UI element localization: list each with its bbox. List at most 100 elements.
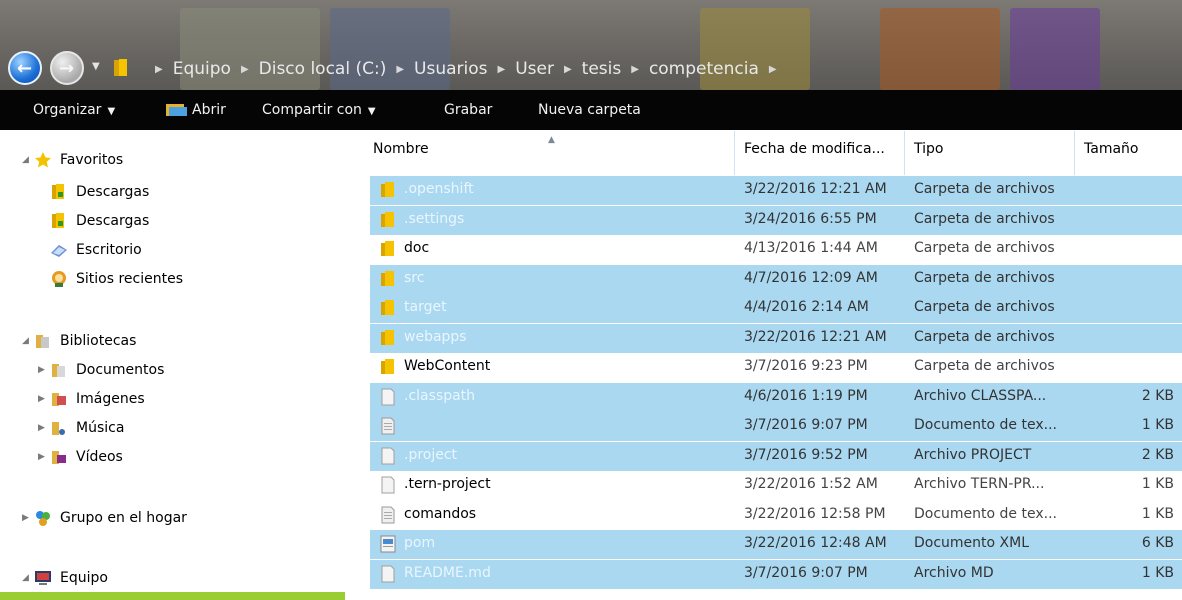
nav-item-desktop[interactable]: Escritorio (50, 238, 142, 262)
chevron-right-icon[interactable]: ▶ (498, 64, 506, 75)
file-type: Documento XML (914, 535, 1030, 551)
file-type: Archivo CLASSPA... (914, 387, 1047, 404)
nav-item-documents[interactable]: ▶ Documentos (38, 358, 164, 382)
file-icon (381, 476, 395, 494)
file-date: 3/7/2016 9:23 PM (744, 358, 868, 374)
file-row[interactable]: doc 4/13/2016 1:44 AM Carpeta de archivos (370, 235, 1182, 264)
chevron-right-icon[interactable]: ▶ (769, 64, 777, 75)
breadcrumb-item[interactable]: User (514, 59, 555, 79)
new-folder-button[interactable]: Nueva carpeta (538, 90, 641, 130)
nav-label: Favoritos (60, 152, 124, 168)
column-header-date[interactable]: Fecha de modifica... (744, 141, 885, 157)
organize-button[interactable]: Organizar ▼ (33, 90, 115, 130)
file-date: 3/7/2016 9:07 PM (744, 564, 868, 581)
breadcrumb-item[interactable]: competencia (648, 59, 760, 79)
navigation-pane: ◢ Favoritos Descargas Descargas Escritor… (0, 130, 345, 600)
file-row[interactable]: src 4/7/2016 12:09 AM Carpeta de archivos (370, 264, 1182, 294)
chevron-right-icon[interactable]: ▶ (631, 64, 639, 75)
file-size: 1 KB (1141, 476, 1174, 492)
file-row[interactable]: target 4/4/2016 2:14 AM Carpeta de archivo… (370, 294, 1182, 323)
star-icon (35, 152, 51, 168)
forward-arrow-icon: → (59, 58, 75, 79)
documents-library-icon (52, 364, 65, 377)
breadcrumb-item[interactable]: Usuarios (413, 59, 488, 79)
expand-triangle-icon[interactable]: ▶ (38, 445, 50, 469)
file-row[interactable]: 3/7/2016 9:07 PM Documento de tex... 1 KB (370, 412, 1182, 441)
file-row[interactable]: .openshift 3/22/2016 12:21 AM Carpeta de a… (370, 176, 1182, 205)
burn-label: Grabar (444, 102, 493, 118)
file-row[interactable]: pom 3/22/2016 12:48 AM Documento XML 6 KB (370, 530, 1182, 559)
nav-label: Imágenes (76, 391, 145, 407)
folder-icon (381, 300, 394, 315)
nav-item-recent-places[interactable]: Sitios recientes (50, 267, 183, 291)
expand-triangle-icon[interactable]: ◢ (22, 148, 34, 172)
file-row[interactable]: .project 3/7/2016 9:52 PM Archivo PROJECT 2… (370, 441, 1182, 471)
file-type: Archivo MD (914, 564, 994, 581)
column-divider[interactable] (734, 131, 735, 175)
new-folder-label: Nueva carpeta (538, 102, 641, 118)
share-with-button[interactable]: Compartir con ▼ (262, 90, 376, 130)
breadcrumb-item[interactable]: Equipo (172, 59, 232, 79)
nav-item-pictures[interactable]: ▶ Imágenes (38, 387, 145, 411)
file-row[interactable]: webapps 3/22/2016 12:21 AM Carpeta de arch… (370, 323, 1182, 353)
folder-icon (381, 329, 394, 345)
expand-triangle-icon[interactable]: ▶ (22, 506, 34, 530)
file-date: 4/7/2016 12:09 AM (744, 269, 878, 286)
column-divider[interactable] (1074, 131, 1075, 175)
text-file-icon (381, 506, 395, 523)
file-type: Documento de tex... (914, 505, 1057, 522)
nav-computer[interactable]: ◢ Equipo (22, 566, 108, 590)
chevron-right-icon[interactable]: ▶ (396, 64, 404, 75)
file-size: 1 KB (1141, 417, 1174, 433)
file-date: 3/7/2016 9:52 PM (744, 446, 868, 463)
nav-label: Vídeos (76, 449, 123, 465)
nav-item-music[interactable]: ▶ Música (38, 416, 124, 440)
nav-label: Escritorio (76, 242, 142, 258)
breadcrumb: ▶ Equipo ▶ Disco local (C:) ▶ Usuarios ▶… (146, 57, 786, 81)
nav-homegroup[interactable]: ▶ Grupo en el hogar (22, 506, 187, 530)
libraries-icon (36, 335, 49, 348)
file-row[interactable]: README.md 3/7/2016 9:07 PM Archivo MD 1 KB (370, 559, 1182, 589)
back-button[interactable]: ← (8, 51, 42, 85)
file-size: 6 KB (1141, 535, 1174, 551)
column-header-name[interactable]: Nombre (373, 141, 429, 157)
file-row[interactable]: .classpath 4/6/2016 1:19 PM Archivo CLASSP… (370, 382, 1182, 412)
nav-label: Descargas (76, 213, 150, 229)
nav-favorites[interactable]: ◢ Favoritos (22, 148, 123, 172)
chevron-right-icon[interactable]: ▶ (564, 64, 572, 75)
expand-triangle-icon[interactable]: ▶ (38, 416, 50, 440)
expand-triangle-icon[interactable]: ▶ (38, 387, 50, 411)
nav-item-videos[interactable]: ▶ Vídeos (38, 445, 123, 469)
expand-triangle-icon[interactable]: ◢ (22, 566, 34, 590)
downloads-folder-icon (52, 213, 64, 228)
file-row[interactable]: .tern-project 3/22/2016 1:52 AM Archivo TE… (370, 471, 1182, 500)
file-row[interactable]: .settings 3/24/2016 6:55 PM Carpeta de arc… (370, 205, 1182, 235)
nav-selection-highlight (0, 592, 345, 600)
open-button[interactable]: Abrir (166, 90, 226, 130)
file-type: Carpeta de archivos (914, 299, 1055, 315)
expand-triangle-icon[interactable]: ▶ (38, 358, 50, 382)
desktop-icon (51, 245, 67, 257)
burn-button[interactable]: Grabar (444, 90, 492, 130)
column-header-size[interactable]: Tamaño (1084, 141, 1138, 157)
nav-item-downloads[interactable]: Descargas (50, 209, 149, 233)
breadcrumb-item[interactable]: tesis (581, 59, 623, 79)
nav-item-downloads[interactable]: Descargas (50, 180, 149, 204)
file-name: comandos (404, 505, 477, 522)
column-divider[interactable] (904, 131, 905, 175)
sort-ascending-icon: ▲ (548, 135, 555, 145)
breadcrumb-item[interactable]: Disco local (C:) (258, 59, 388, 79)
chevron-right-icon[interactable]: ▶ (241, 64, 249, 75)
forward-button[interactable]: → (50, 51, 84, 85)
nav-libraries[interactable]: ◢ Bibliotecas (22, 329, 136, 353)
background-thumbnail (880, 8, 1000, 90)
file-size: 2 KB (1141, 446, 1174, 463)
nav-label: Equipo (60, 570, 108, 586)
file-row[interactable]: WebContent 3/7/2016 9:23 PM Carpeta de arc… (370, 353, 1182, 382)
expand-triangle-icon[interactable]: ◢ (22, 329, 34, 353)
recent-pages-dropdown-icon[interactable]: ▼ (92, 61, 100, 72)
homegroup-icon (36, 511, 50, 526)
organize-label: Organizar (33, 102, 102, 118)
file-row[interactable]: comandos 3/22/2016 12:58 PM Documento de t… (370, 501, 1182, 530)
column-header-type[interactable]: Tipo (914, 141, 943, 157)
